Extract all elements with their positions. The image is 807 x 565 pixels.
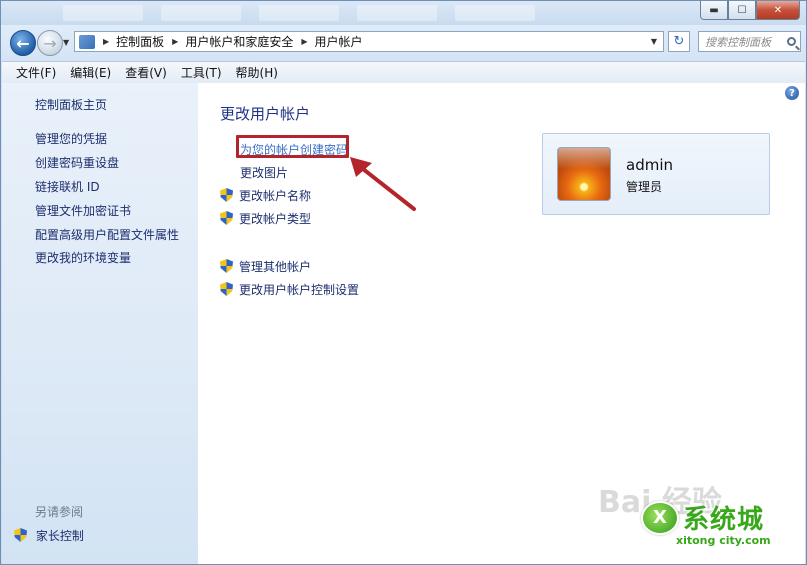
sidebar-link-encryption-certificates[interactable]: 管理文件加密证书 xyxy=(35,202,131,219)
navigation-bar: ← → ▼ ▶ 控制面板 ▶ 用户帐户和家庭安全 ▶ 用户帐户 ▼ ↻ 搜索控制… xyxy=(1,27,806,59)
task-label: 更改帐户类型 xyxy=(239,212,312,226)
account-card: admin 管理员 xyxy=(542,133,770,215)
menu-tools[interactable]: 工具(T) xyxy=(174,64,229,81)
arrow-right-icon: → xyxy=(43,33,57,53)
menu-bar: 文件(F) 编辑(E) 查看(V) 工具(T) 帮助(H) xyxy=(2,61,805,84)
back-button[interactable]: ← xyxy=(10,30,36,56)
content-area: 控制面板主页 管理您的凭据 创建密码重设盘 链接联机 ID 管理文件加密证书 配… xyxy=(2,83,805,564)
breadcrumb-item[interactable]: 控制面板 xyxy=(116,33,164,50)
sidebar-link-online-id[interactable]: 链接联机 ID xyxy=(35,178,100,195)
task-label: 管理其他帐户 xyxy=(239,260,312,274)
task-uac-settings[interactable]: 更改用户帐户控制设置 xyxy=(220,281,359,298)
sidebar-link-control-panel-home[interactable]: 控制面板主页 xyxy=(35,96,107,113)
background-tab xyxy=(259,5,339,21)
uac-shield-icon xyxy=(220,188,233,202)
refresh-icon: ↻ xyxy=(673,34,685,49)
task-label: 更改用户帐户控制设置 xyxy=(239,283,360,297)
uac-shield-icon xyxy=(220,211,233,225)
sidebar-link-manage-credentials[interactable]: 管理您的凭据 xyxy=(35,130,107,147)
help-icon[interactable]: ? xyxy=(785,86,799,100)
menu-help[interactable]: 帮助(H) xyxy=(229,64,285,81)
forward-button[interactable]: → xyxy=(37,30,63,56)
sidebar-link-password-reset-disk[interactable]: 创建密码重设盘 xyxy=(35,154,119,171)
background-tab xyxy=(357,5,437,21)
sidebar: 控制面板主页 管理您的凭据 创建密码重设盘 链接联机 ID 管理文件加密证书 配… xyxy=(2,83,198,564)
breadcrumb-item[interactable]: 用户帐户和家庭安全 xyxy=(185,33,293,50)
sidebar-link-parental-controls[interactable]: 家长控制 xyxy=(14,527,84,544)
history-dropdown-icon[interactable]: ▼ xyxy=(63,38,69,47)
see-also-heading: 另请参阅 xyxy=(35,505,84,519)
task-manage-other-accounts[interactable]: 管理其他帐户 xyxy=(220,258,311,275)
task-label: 更改帐户名称 xyxy=(239,189,312,203)
account-role: 管理员 xyxy=(626,180,663,194)
search-placeholder: 搜索控制面板 xyxy=(705,35,771,49)
address-bar[interactable]: ▶ 控制面板 ▶ 用户帐户和家庭安全 ▶ 用户帐户 ▼ xyxy=(74,31,664,52)
annotation-arrow-icon xyxy=(350,157,416,211)
control-panel-icon xyxy=(79,34,95,49)
account-name: admin xyxy=(626,156,673,174)
menu-file[interactable]: 文件(F) xyxy=(2,64,63,81)
refresh-button[interactable]: ↻ xyxy=(668,31,690,52)
watermark-logo-icon: X xyxy=(641,500,679,535)
task-change-picture[interactable]: 更改图片 xyxy=(240,164,288,181)
page-title: 更改用户帐户 xyxy=(220,105,311,123)
breadcrumb-separator-icon[interactable]: ▶ xyxy=(172,37,178,46)
close-button[interactable]: ✕ xyxy=(756,1,800,20)
watermark-site-name: 系统城 xyxy=(683,505,765,535)
title-bar[interactable]: ▬ ☐ ✕ xyxy=(1,1,806,25)
uac-shield-icon xyxy=(14,528,27,542)
task-change-account-name[interactable]: 更改帐户名称 xyxy=(220,187,311,204)
arrow-left-icon: ← xyxy=(16,33,30,53)
menu-edit[interactable]: 编辑(E) xyxy=(63,64,118,81)
background-tab xyxy=(455,5,535,21)
minimize-button[interactable]: ▬ xyxy=(700,1,728,20)
user-avatar[interactable] xyxy=(557,147,611,201)
annotation-highlight-box xyxy=(236,135,349,158)
sidebar-link-label: 家长控制 xyxy=(35,529,84,543)
menu-view[interactable]: 查看(V) xyxy=(118,64,174,81)
watermark-site: X 系统城 xyxy=(641,499,764,536)
window-controls: ▬ ☐ ✕ xyxy=(700,1,800,20)
sidebar-link-environment-variables[interactable]: 更改我的环境变量 xyxy=(35,249,131,266)
maximize-button[interactable]: ☐ xyxy=(728,1,756,20)
explorer-window: ▬ ☐ ✕ ← → ▼ ▶ 控制面板 ▶ 用户帐户和家庭安全 ▶ 用户帐户 ▼ … xyxy=(0,0,807,565)
uac-shield-icon xyxy=(220,259,233,273)
background-tab xyxy=(63,5,143,21)
search-icon[interactable] xyxy=(787,37,796,46)
breadcrumb-separator-icon[interactable]: ▶ xyxy=(103,37,109,46)
background-tab xyxy=(161,5,241,21)
breadcrumb-item[interactable]: 用户帐户 xyxy=(315,33,363,50)
uac-shield-icon xyxy=(220,282,233,296)
watermark-url: xitong city.com xyxy=(676,534,771,547)
sidebar-link-advanced-profile[interactable]: 配置高级用户配置文件属性 xyxy=(35,226,179,243)
search-input[interactable]: 搜索控制面板 xyxy=(698,31,801,52)
task-change-account-type[interactable]: 更改帐户类型 xyxy=(220,210,311,227)
address-dropdown-icon[interactable]: ▼ xyxy=(651,37,657,46)
breadcrumb-separator-icon[interactable]: ▶ xyxy=(301,37,307,46)
